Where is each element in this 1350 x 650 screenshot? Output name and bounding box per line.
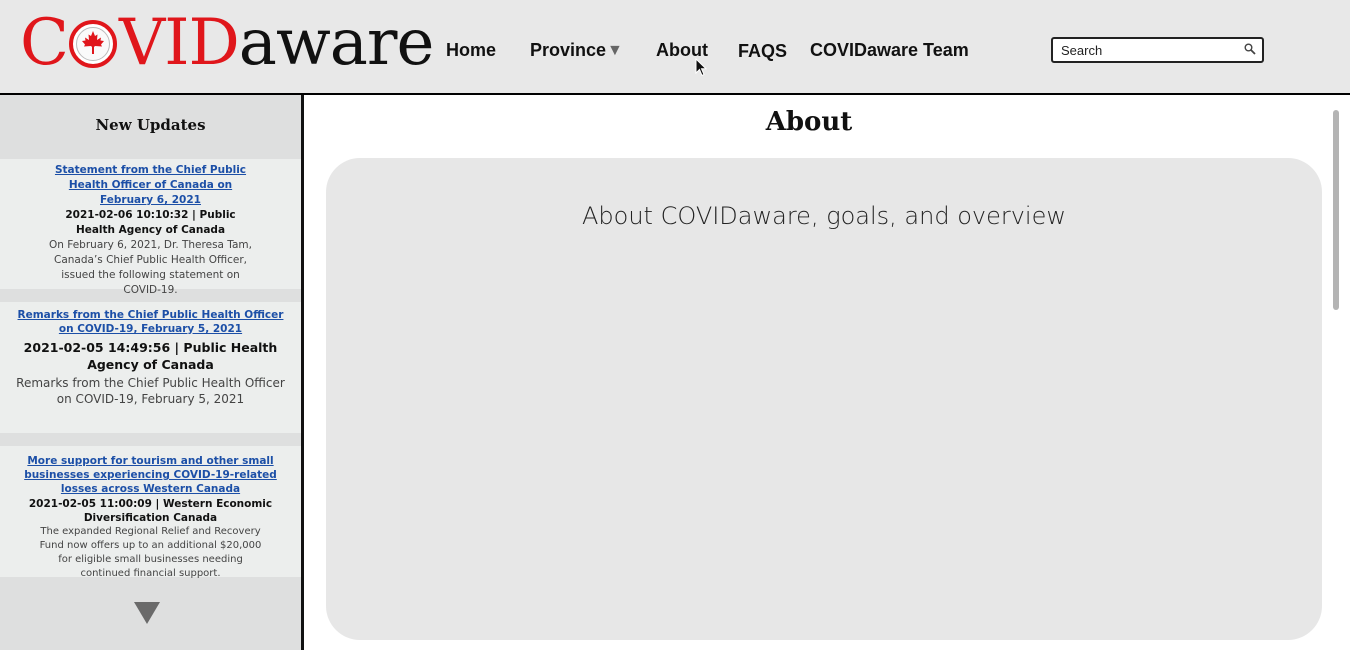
search-box (1051, 37, 1264, 63)
update-meta: 2021-02-06 10:10:32 | Public Health Agen… (65, 209, 236, 236)
update-card: Statement from the Chief Public Health O… (0, 159, 301, 296)
search-icon[interactable] (1244, 43, 1256, 55)
nav-team-link[interactable]: COVIDaware Team (810, 40, 969, 61)
update-summary: On February 6, 2021, Dr. Theresa Tam, Ca… (49, 239, 252, 296)
nav-province-dropdown[interactable]: Province▼ (530, 40, 623, 61)
page-title: About (765, 107, 853, 137)
maple-leaf-icon (68, 20, 117, 68)
logo-word-aware: aware (238, 6, 435, 80)
about-panel: About COVIDaware, goals, and overview (326, 158, 1322, 640)
update-title-link[interactable]: Remarks from the Chief Public Health Off… (16, 308, 285, 336)
sidebar-title: New Updates (95, 116, 206, 134)
update-title-link[interactable]: Statement from the Chief Public Health O… (44, 163, 257, 208)
update-meta: 2021-02-05 11:00:09 | Western Economic D… (28, 498, 273, 524)
mouse-pointer-icon (695, 58, 708, 77)
updates-sidebar: New Updates Statement from the Chief Pub… (0, 95, 304, 650)
covidaware-logo[interactable]: C VID aware (20, 6, 435, 80)
nav-faqs-link[interactable]: FAQS (738, 41, 787, 62)
update-summary: The expanded Regional Relief and Recover… (39, 526, 262, 579)
logo-letter-c: C (20, 6, 69, 80)
nav-home-link[interactable]: Home (446, 40, 496, 61)
nav-province-label: Province (530, 40, 607, 60)
triangle-down-icon[interactable] (134, 602, 160, 624)
update-card: More support for tourism and other small… (0, 446, 301, 579)
about-heading: About COVIDaware, goals, and overview (582, 202, 1066, 230)
update-title-link[interactable]: More support for tourism and other small… (8, 454, 293, 496)
site-header: C VID aware Home Province▼ About FAQS CO… (0, 0, 1350, 95)
update-summary: Remarks from the Chief Public Health Off… (16, 376, 285, 406)
logo-letters-vid: VID (118, 6, 240, 80)
caret-down-icon: ▼ (607, 42, 623, 59)
page-scrollbar[interactable] (1333, 110, 1339, 310)
search-input[interactable] (1053, 39, 1233, 61)
update-card: Remarks from the Chief Public Health Off… (0, 302, 301, 433)
update-meta: 2021-02-05 14:49:56 | Public Health Agen… (23, 340, 278, 372)
